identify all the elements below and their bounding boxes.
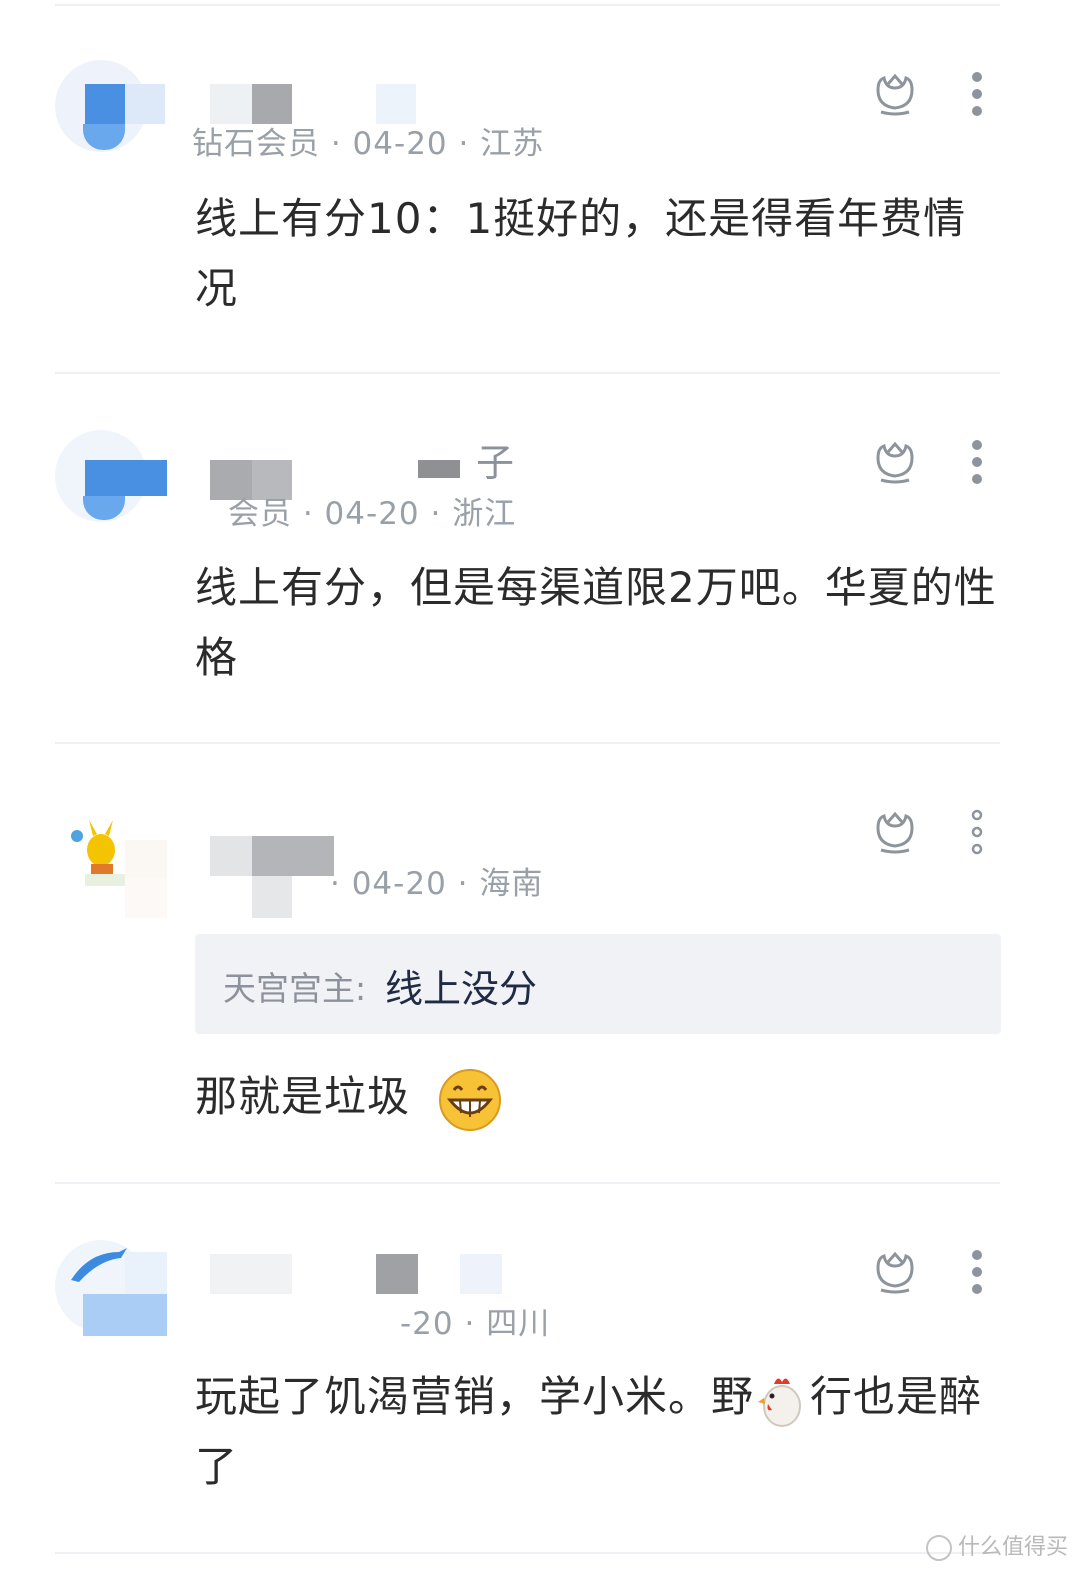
bird-avatar-icon: [71, 1248, 127, 1282]
divider: [55, 372, 1000, 374]
like-icon: [876, 811, 914, 854]
more-button[interactable]: [962, 438, 992, 488]
divider: [55, 1552, 1000, 1554]
more-vertical-icon: [972, 72, 982, 116]
like-button[interactable]: [872, 810, 918, 856]
username-redacted: [210, 836, 252, 876]
avatar[interactable]: [55, 800, 167, 918]
quoted-username[interactable]: 天宫宫主:: [223, 962, 366, 1010]
comment-meta: 会员 · 04-20 · 浙江: [228, 496, 517, 532]
more-button[interactable]: [962, 808, 992, 858]
avatar[interactable]: [55, 60, 167, 160]
like-icon: [876, 441, 914, 484]
chicken-emoji-icon: [758, 1377, 802, 1427]
comment-text: 线上有分，但是每渠道限2万吧。华夏的性格: [195, 563, 997, 682]
comment-meta: 钻石会员 · 04-20 · 江苏: [192, 126, 545, 162]
more-button[interactable]: [962, 1248, 992, 1298]
more-vertical-icon: [971, 809, 983, 855]
more-vertical-icon: [972, 440, 982, 484]
comment-text: 玩起了饥渴营销，学小米。野: [195, 1372, 755, 1421]
quoted-reply[interactable]: 天宫宫主: 线上没分: [195, 934, 1001, 1034]
smzdm-logo-icon: [925, 1535, 952, 1561]
like-button[interactable]: [872, 72, 918, 118]
divider: [55, 1182, 1000, 1184]
more-button[interactable]: [962, 70, 992, 120]
avatar[interactable]: [55, 430, 167, 530]
watermark: 什么值得买: [925, 1529, 1068, 1561]
comment-text: 那就是垃圾: [195, 1072, 411, 1121]
divider: [55, 742, 1000, 744]
comment-text-row: 那就是垃圾: [195, 1062, 1005, 1132]
more-vertical-icon: [972, 1250, 982, 1294]
like-button[interactable]: [872, 440, 918, 486]
quoted-text: 线上没分: [385, 967, 538, 1011]
like-icon: [876, 73, 914, 116]
comment-meta: · 04-20 · 海南: [330, 866, 544, 902]
grinning-emoji-icon: [439, 1068, 502, 1131]
like-button[interactable]: [872, 1250, 918, 1296]
divider: [55, 4, 1000, 6]
username-redacted: [210, 1254, 292, 1294]
avatar[interactable]: [55, 1240, 167, 1340]
like-icon: [876, 1251, 914, 1294]
username[interactable]: 子: [476, 432, 514, 487]
watermark-text: 什么值得买: [957, 1535, 1068, 1560]
comment-meta: -20 · 四川: [400, 1306, 551, 1342]
comment-text-row: 玩起了饥渴营销，学小米。野 行也是醉了: [195, 1362, 1005, 1502]
comment-text: 线上有分10：1挺好的，还是得看年费情况: [195, 194, 967, 313]
